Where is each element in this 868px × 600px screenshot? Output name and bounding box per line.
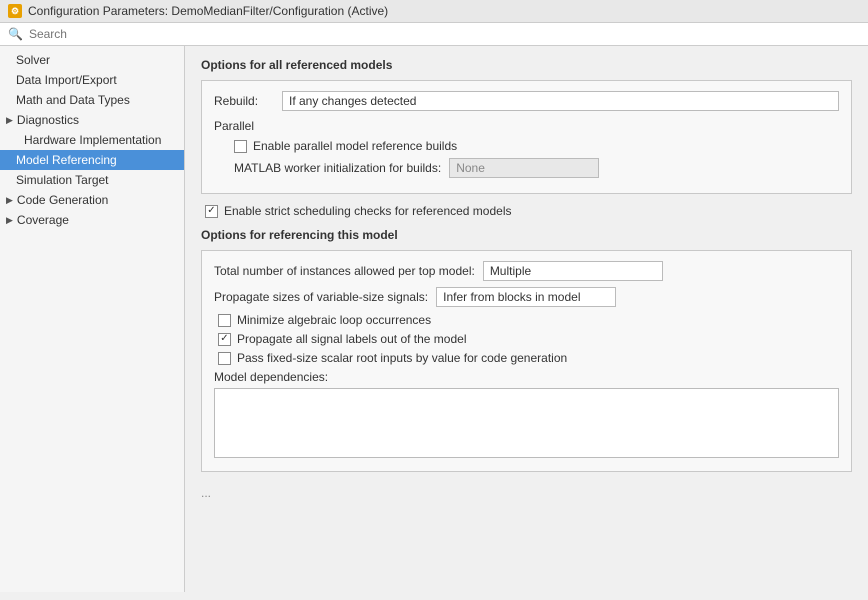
all-referenced-models-box: Rebuild: If any changes detected Paralle… xyxy=(201,80,852,194)
sidebar-item-model-referencing[interactable]: Model Referencing xyxy=(0,150,184,170)
pass-fixed-size-label: Pass fixed-size scalar root inputs by va… xyxy=(237,351,567,365)
referencing-this-model-title: Options for referencing this model xyxy=(201,228,852,242)
worker-init-label: MATLAB worker initialization for builds: xyxy=(234,161,441,175)
propagate-labels-row[interactable]: Propagate all signal labels out of the m… xyxy=(214,332,839,346)
total-instances-label: Total number of instances allowed per to… xyxy=(214,264,475,278)
strict-scheduling-checkbox[interactable] xyxy=(205,205,218,218)
enable-parallel-checkbox[interactable] xyxy=(234,140,247,153)
rebuild-label: Rebuild: xyxy=(214,94,274,108)
total-instances-row: Total number of instances allowed per to… xyxy=(214,261,839,281)
strict-scheduling-row[interactable]: Enable strict scheduling checks for refe… xyxy=(201,204,852,218)
sidebar-item-code-generation-label: Code Generation xyxy=(17,193,108,207)
all-referenced-models-title: Options for all referenced models xyxy=(201,58,852,72)
search-bar: 🔍 xyxy=(0,23,868,46)
diagnostics-arrow: ▶ xyxy=(6,115,13,126)
propagate-labels-label: Propagate all signal labels out of the m… xyxy=(237,332,466,346)
code-generation-arrow: ▶ xyxy=(6,195,13,206)
content-area: Options for all referenced models Rebuil… xyxy=(185,46,868,592)
propagate-sizes-row: Propagate sizes of variable-size signals… xyxy=(214,287,839,307)
sidebar-item-code-generation[interactable]: ▶ Code Generation xyxy=(0,190,184,210)
sidebar-item-coverage[interactable]: ▶ Coverage xyxy=(0,210,184,230)
sidebar-item-diagnostics[interactable]: ▶ Diagnostics xyxy=(0,110,184,130)
minimize-algebraic-label: Minimize algebraic loop occurrences xyxy=(237,313,431,327)
total-instances-value[interactable]: Multiple xyxy=(483,261,663,281)
search-icon: 🔍 xyxy=(8,27,23,41)
pass-fixed-size-checkbox[interactable] xyxy=(218,352,231,365)
worker-init-value: None xyxy=(449,158,599,178)
model-dependencies-textarea[interactable] xyxy=(214,388,839,458)
referencing-this-model-box: Total number of instances allowed per to… xyxy=(201,250,852,472)
sidebar-item-hardware-implementation[interactable]: Hardware Implementation xyxy=(0,130,184,150)
model-dependencies-section: Model dependencies: xyxy=(214,370,839,461)
sidebar-item-math-data-types[interactable]: Math and Data Types xyxy=(0,90,184,110)
parallel-title: Parallel xyxy=(214,119,839,133)
strict-scheduling-label: Enable strict scheduling checks for refe… xyxy=(224,204,511,218)
enable-parallel-row[interactable]: Enable parallel model reference builds xyxy=(214,139,839,153)
propagate-labels-checkbox[interactable] xyxy=(218,333,231,346)
minimize-algebraic-row[interactable]: Minimize algebraic loop occurrences xyxy=(214,313,839,327)
pass-fixed-size-row[interactable]: Pass fixed-size scalar root inputs by va… xyxy=(214,351,839,365)
sidebar-item-data-import-export[interactable]: Data Import/Export xyxy=(0,70,184,90)
window-title: Configuration Parameters: DemoMedianFilt… xyxy=(28,4,388,18)
sidebar-item-simulation-target[interactable]: Simulation Target xyxy=(0,170,184,190)
sidebar-item-coverage-label: Coverage xyxy=(17,213,69,227)
main-container: Solver Data Import/Export Math and Data … xyxy=(0,46,868,592)
model-dependencies-label: Model dependencies: xyxy=(214,370,839,384)
app-icon: ⚙ xyxy=(8,4,22,18)
title-bar: ⚙ Configuration Parameters: DemoMedianFi… xyxy=(0,0,868,23)
minimize-algebraic-checkbox[interactable] xyxy=(218,314,231,327)
sidebar-item-diagnostics-label: Diagnostics xyxy=(17,113,79,127)
rebuild-row: Rebuild: If any changes detected xyxy=(214,91,839,111)
sidebar-item-solver[interactable]: Solver xyxy=(0,50,184,70)
enable-parallel-label: Enable parallel model reference builds xyxy=(253,139,457,153)
ellipsis-indicator: ... xyxy=(201,482,852,504)
rebuild-value: If any changes detected xyxy=(282,91,839,111)
propagate-sizes-value[interactable]: Infer from blocks in model xyxy=(436,287,616,307)
propagate-sizes-label: Propagate sizes of variable-size signals… xyxy=(214,290,428,304)
worker-init-row: MATLAB worker initialization for builds:… xyxy=(214,158,839,178)
sidebar: Solver Data Import/Export Math and Data … xyxy=(0,46,185,592)
search-input[interactable] xyxy=(29,27,860,41)
coverage-arrow: ▶ xyxy=(6,215,13,226)
